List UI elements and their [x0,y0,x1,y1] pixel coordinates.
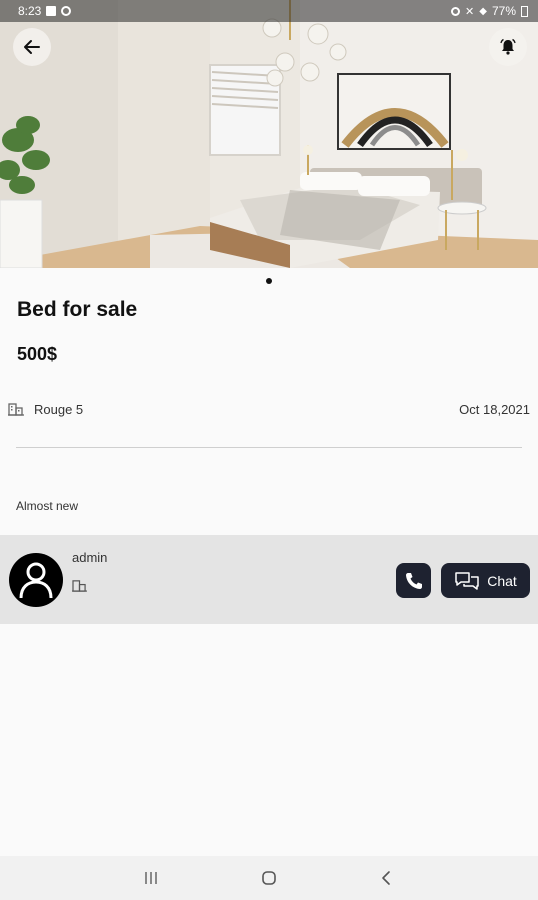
listing-date: Oct 18,2021 [459,401,530,417]
listing-title: Bed for sale [17,298,138,321]
system-nav-bar [0,856,538,900]
nav-back-icon [382,871,390,885]
notifications-button[interactable] [489,28,527,66]
battery-icon [521,5,528,17]
listing-price: 500$ [17,344,58,364]
listing-location: Rouge 5 [34,401,84,417]
wifi-icon: ◆ [479,5,487,17]
nav-back-button[interactable] [328,870,446,886]
mute-icon: ✕ [465,5,475,18]
seller-panel: admin Chat [0,535,538,624]
listing-photo[interactable] [0,0,538,268]
chat-bubbles-icon [455,571,479,590]
listing-meta: Rouge 5 Oct 18,2021 [8,398,530,420]
seller-avatar[interactable] [9,553,63,607]
chat-button[interactable]: Chat [441,563,530,598]
status-time: 8:23 [18,4,42,18]
home-icon [262,871,276,885]
bell-icon [500,38,516,55]
back-arrow-icon [24,40,40,54]
battery-level: 77% [491,4,516,18]
recent-apps-icon [145,872,157,884]
back-button[interactable] [13,28,51,66]
carousel-dot-active[interactable] [266,278,272,284]
building-icon [8,403,24,416]
globe-notification-icon [61,6,72,16]
gallery-notification-icon [46,6,57,16]
listing-description: Almost new [16,499,79,513]
chat-button-label: Chat [487,572,517,589]
home-button[interactable] [210,870,328,886]
divider [16,447,522,448]
call-button[interactable] [396,563,431,598]
recent-apps-button[interactable] [92,870,210,886]
alarm-icon [451,6,461,16]
phone-icon [405,572,422,589]
seller-name: admin [72,550,108,565]
status-bar: 8:23 ✕ ◆ 77% [0,0,538,22]
bedroom-photo [0,0,538,268]
avatar-person-icon [19,562,53,599]
seller-building-icon [72,579,87,597]
